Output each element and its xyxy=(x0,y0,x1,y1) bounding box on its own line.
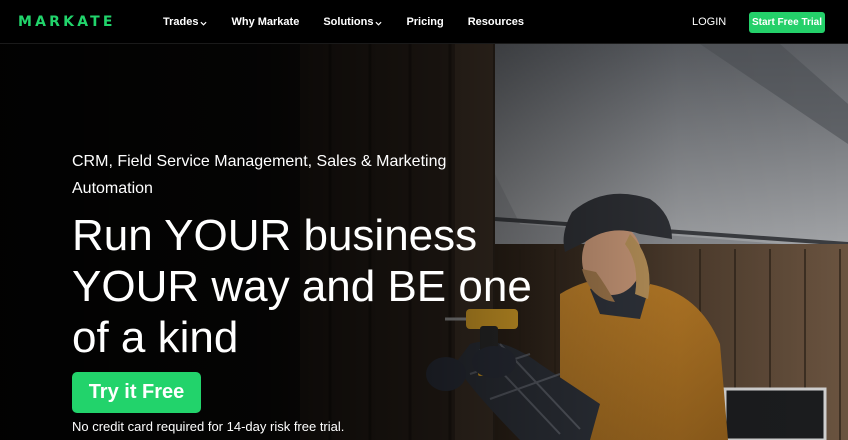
nav-item-resources[interactable]: Resources xyxy=(468,16,524,28)
chevron-down-icon xyxy=(375,21,382,26)
start-free-trial-button[interactable]: Start Free Trial xyxy=(749,12,825,33)
top-navigation: MARKATE Trades Why Markate Solutions Pri… xyxy=(0,0,848,44)
try-it-free-button[interactable]: Try it Free xyxy=(72,372,201,413)
nav-item-label: Resources xyxy=(467,16,524,28)
nav-item-label: Pricing xyxy=(406,16,444,28)
nav-item-label: Trades xyxy=(163,16,199,28)
trial-note: No credit card required for 14-day risk … xyxy=(72,419,345,434)
hero-eyebrow: CRM, Field Service Management, Sales & M… xyxy=(72,153,447,197)
nav-item-why-markate[interactable]: Why Markate xyxy=(231,16,299,28)
markate-logo[interactable]: MARKATE xyxy=(18,14,116,30)
login-link[interactable]: LOGIN xyxy=(692,16,726,28)
nav-item-label: Solutions xyxy=(323,16,374,28)
hero-headline: Run YOUR business YOUR way and BE one of… xyxy=(72,211,532,362)
nav-item-trades[interactable]: Trades xyxy=(163,16,207,28)
chevron-down-icon xyxy=(200,21,207,26)
nav-item-label: Why Markate xyxy=(231,16,300,28)
nav-item-solutions[interactable]: Solutions xyxy=(323,16,382,28)
main-menu: Trades Why Markate Solutions Pricing Res… xyxy=(163,0,548,44)
nav-item-pricing[interactable]: Pricing xyxy=(406,16,443,28)
hero-section: CRM, Field Service Management, Sales & M… xyxy=(0,44,848,440)
